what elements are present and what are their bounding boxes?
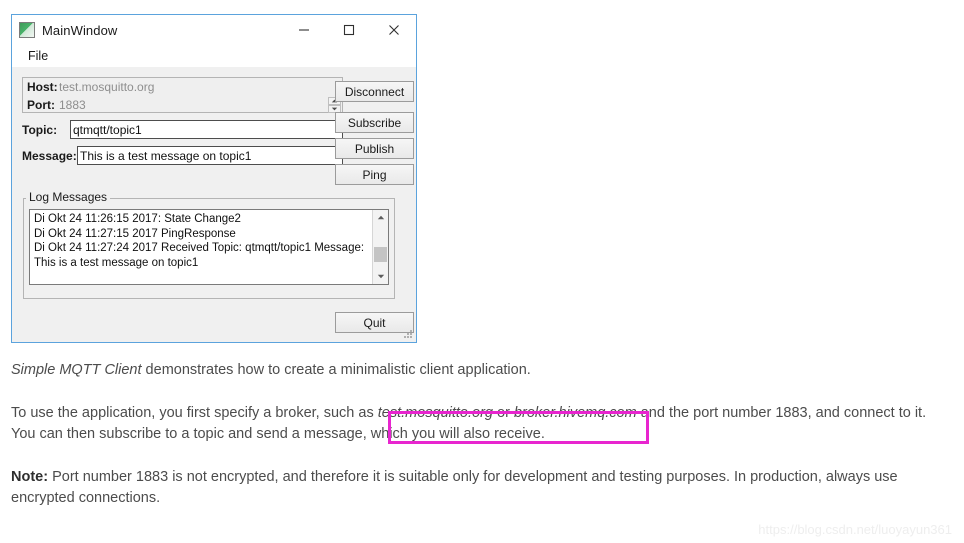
doc-paragraph-2: To use the application, you first specif… [11,403,949,445]
log-line: Di Okt 24 11:26:15 2017: State Change2 [34,213,241,225]
doc-paragraph-2-part1: To use the application, you first specif… [11,405,378,421]
application-window: MainWindow File Host: test.mosquitto.org… [11,14,417,343]
scroll-up-icon[interactable] [373,210,388,225]
topic-label: Topic: [22,122,58,137]
doc-paragraph-1: Simple MQTT Client demonstrates how to c… [11,360,949,381]
topic-row: Topic: qtmqtt/topic1 [22,120,343,139]
ping-button[interactable]: Ping [335,164,414,185]
scroll-down-icon[interactable] [373,269,388,284]
menu-bar: File [12,45,416,67]
message-input[interactable]: This is a test message on topic1 [77,146,343,165]
log-text-area[interactable]: Di Okt 24 11:26:15 2017: State Change2 D… [29,209,389,285]
log-line: Di Okt 24 11:27:15 2017 PingResponse [34,227,236,240]
client-area: Host: test.mosquitto.org Port: 1883 Topi… [12,67,416,342]
window-title: MainWindow [42,22,118,38]
host-label: Host: [27,80,58,94]
close-button[interactable] [371,15,416,45]
documentation-text: Simple MQTT Client demonstrates how to c… [11,360,949,509]
port-input[interactable]: 1883 [59,98,328,112]
menu-item-file[interactable]: File [25,48,51,64]
minimize-button[interactable] [281,15,326,45]
doc-app-name: Simple MQTT Client [11,362,142,378]
disconnect-button[interactable]: Disconnect [335,81,414,102]
app-icon [19,22,35,38]
title-bar: MainWindow [12,15,416,45]
connection-frame: Host: test.mosquitto.org Port: 1883 [22,77,343,113]
doc-paragraph-1-rest: demonstrates how to create a minimalisti… [141,362,531,378]
note-label: Note: [11,469,49,485]
port-row: Port: 1883 [23,96,342,114]
message-label: Message: [22,148,77,163]
note-text: Port number 1883 is not encrypted, and t… [11,469,898,506]
broker-mosquitto: test.mosquitto.org [377,405,493,421]
log-scrollbar[interactable] [372,210,388,284]
log-line: Di Okt 24 11:27:24 2017 Received Topic: … [34,242,365,269]
host-row: Host: test.mosquitto.org [23,78,342,96]
scrollbar-thumb[interactable] [374,247,387,262]
publish-button[interactable]: Publish [335,138,414,159]
log-group-label: Log Messages [26,190,111,204]
watermark: https://blog.csdn.net/luoyayun361 [758,522,952,537]
doc-paragraph-3: Note: Port number 1883 is not encrypted,… [11,467,949,509]
scrollbar-track[interactable] [373,225,388,269]
log-text-content: Di Okt 24 11:26:15 2017: State Change2 D… [30,210,372,284]
resize-grip[interactable] [404,330,413,339]
window-controls [281,15,416,45]
subscribe-button[interactable]: Subscribe [335,112,414,133]
port-label: Port: [27,98,55,112]
quit-button[interactable]: Quit [335,312,414,333]
maximize-button[interactable] [326,15,371,45]
host-input[interactable]: test.mosquitto.org [59,80,342,94]
doc-conjunction: or [492,405,514,421]
message-row: Message: This is a test message on topic… [22,146,343,165]
broker-hivemq: broker.hivemq.com [513,405,637,421]
topic-input[interactable]: qtmqtt/topic1 [70,120,343,139]
